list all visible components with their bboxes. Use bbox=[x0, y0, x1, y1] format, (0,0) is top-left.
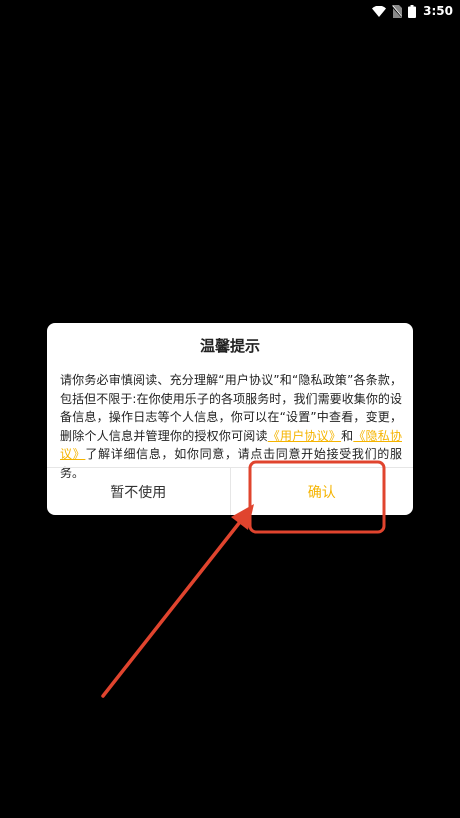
battery-icon bbox=[408, 4, 417, 18]
wifi-icon bbox=[372, 5, 387, 17]
confirm-button[interactable]: 确认 bbox=[231, 468, 414, 515]
no-sim-icon bbox=[392, 4, 403, 18]
annotation-arrow-line bbox=[101, 511, 249, 698]
cancel-button[interactable]: 暂不使用 bbox=[47, 468, 231, 515]
dialog-title: 温馨提示 bbox=[199, 337, 260, 355]
dialog-footer: 暂不使用 确认 bbox=[47, 467, 413, 515]
dialog-body-and: 和 bbox=[341, 428, 354, 443]
privacy-dialog: 温馨提示 请你务必审慎阅读、充分理解“用户协议”和“隐私政策”各条款，包括但不限… bbox=[47, 323, 413, 515]
user-agreement-link[interactable]: 《用户协议》 bbox=[268, 429, 341, 443]
screen: 3:50 温馨提示 请你务必审慎阅读、充分理解“用户协议”和“隐私政策”各条款，… bbox=[0, 0, 460, 818]
status-bar: 3:50 bbox=[0, 0, 460, 22]
dialog-body: 请你务必审慎阅读、充分理解“用户协议”和“隐私政策”各条款，包括但不限于:在你使… bbox=[60, 371, 402, 482]
status-time: 3:50 bbox=[423, 4, 453, 18]
